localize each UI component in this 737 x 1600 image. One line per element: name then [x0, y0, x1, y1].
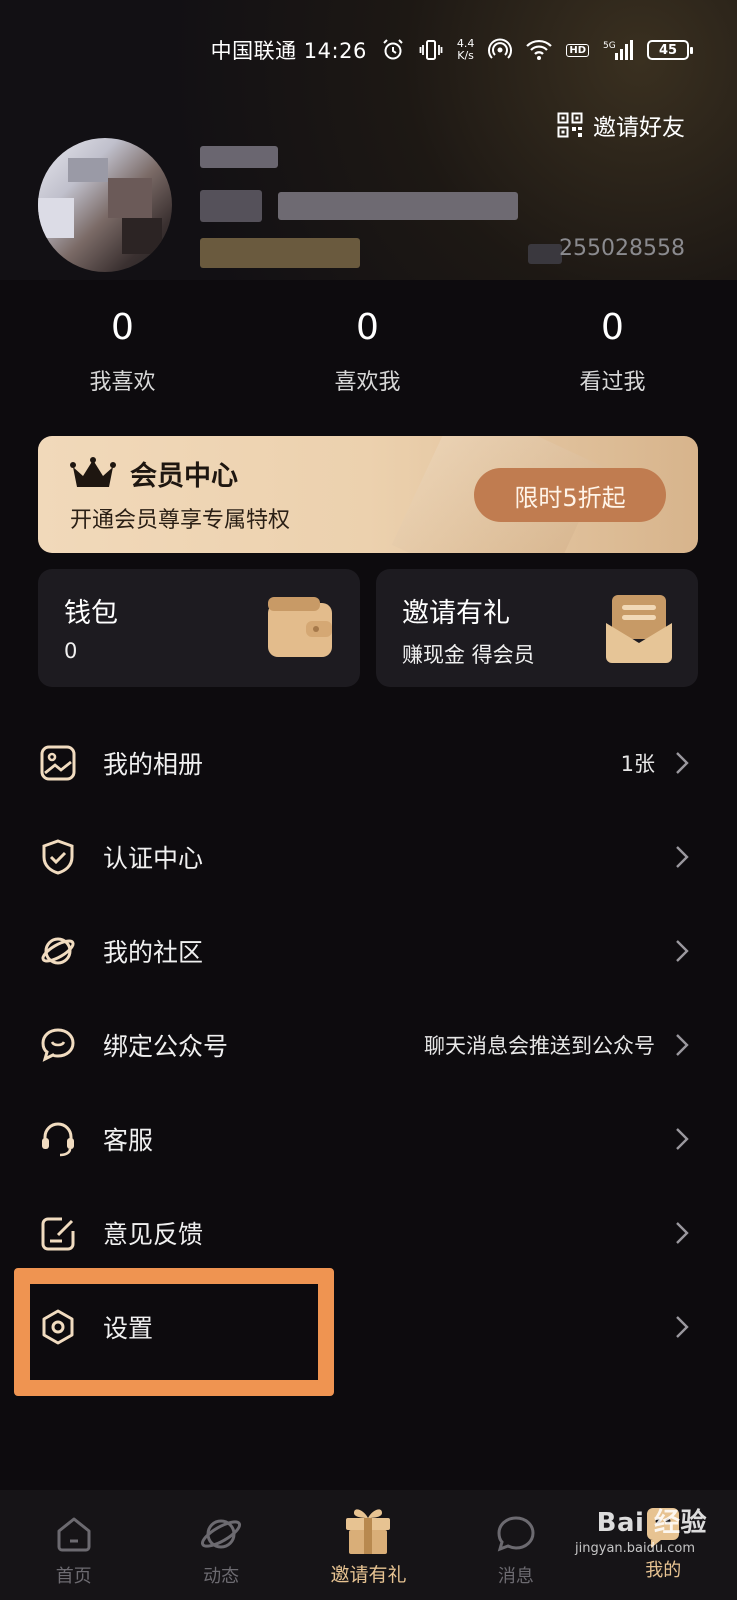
envelope-icon [606, 595, 672, 663]
message-icon [497, 1516, 535, 1552]
avatar[interactable] [38, 138, 172, 272]
info-blurred [200, 190, 262, 222]
nav-messages[interactable]: 消息 [442, 1490, 589, 1600]
invite-friends-button[interactable]: 邀请好友 [557, 108, 685, 142]
vip-discount-button[interactable]: 限时5折起 [474, 468, 666, 522]
menu-label: 我的社区 [103, 938, 204, 967]
menu-item-feedback[interactable]: 意见反馈 [0, 1186, 737, 1280]
bind-hint: 聊天消息会推送到公众号 [424, 1034, 655, 1058]
menu-item-verification[interactable]: 认证中心 [0, 810, 737, 904]
network-speed: 4.4 K/s [457, 38, 475, 62]
chat-bubble-icon [41, 1028, 75, 1062]
invite-gift-subtitle: 赚现金 得会员 [402, 643, 535, 667]
nav-label: 消息 [497, 1566, 534, 1587]
menu-label: 意见反馈 [103, 1220, 204, 1249]
nav-home[interactable]: 首页 [0, 1490, 147, 1600]
menu-item-community[interactable]: 我的社区 [0, 904, 737, 998]
chevron-right-icon [676, 752, 689, 774]
stat-value: 0 [601, 307, 624, 348]
shield-check-icon [42, 839, 74, 875]
stat-label: 喜欢我 [334, 370, 401, 395]
invite-friends-label: 邀请好友 [593, 115, 685, 141]
stat-label: 我喜欢 [89, 370, 156, 395]
menu-item-customer-service[interactable]: 客服 [0, 1092, 737, 1186]
wallet-balance: 0 [64, 639, 78, 663]
planet-icon [201, 1519, 242, 1549]
hotspot-icon [488, 38, 513, 62]
stat-value: 0 [356, 307, 379, 348]
battery-indicator: 45 [647, 40, 693, 60]
menu-label: 客服 [103, 1126, 154, 1155]
chevron-right-icon [676, 940, 689, 962]
vip-center-banner[interactable]: 会员中心 开通会员尊享专属特权 限时5折起 [38, 436, 698, 553]
vip-subtitle: 开通会员尊享专属特权 [70, 508, 291, 533]
network-speed-unit: K/s [457, 49, 474, 62]
chevron-right-icon [676, 1222, 689, 1244]
wifi-icon [526, 38, 553, 62]
alarm-icon [381, 38, 405, 62]
menu-item-album[interactable]: 我的相册 1张 [0, 716, 737, 810]
settings-highlight-box [14, 1268, 334, 1396]
nav-moments[interactable]: 动态 [147, 1490, 294, 1600]
menu-label: 我的相册 [103, 750, 204, 779]
avatar-pixel [68, 158, 108, 182]
wallet-title: 钱包 [64, 598, 118, 629]
menu-item-bind-official-account[interactable]: 绑定公众号 聊天消息会推送到公众号 [0, 998, 737, 1092]
chevron-right-icon [676, 1128, 689, 1150]
nav-label: 我的 [645, 1560, 682, 1581]
planet-icon [41, 937, 75, 965]
headset-icon [42, 1122, 74, 1157]
info-blurred [278, 192, 518, 220]
baidu-watermark-url: jingyan.baidu.com [575, 1541, 695, 1556]
invite-gift-card[interactable]: 邀请有礼 赚现金 得会员 [376, 569, 698, 687]
baidu-watermark: Bai 经验 [596, 1508, 707, 1538]
home-icon [57, 1517, 91, 1552]
stat-value: 0 [111, 307, 134, 348]
status-bar: 中国联通 14:26 4.4 K/s HD 5G 45 [210, 30, 693, 70]
chevron-right-icon [676, 1034, 689, 1056]
avatar-pixel [122, 218, 162, 254]
gift-icon [346, 1509, 391, 1554]
stats-row: 0 我喜欢 0 喜欢我 0 看过我 [0, 306, 737, 396]
tags-blurred [200, 238, 360, 268]
vibrate-icon [419, 38, 443, 62]
vip-title: 会员中心 [130, 461, 238, 492]
stat-i-like[interactable]: 0 我喜欢 [0, 306, 245, 396]
menu-label: 绑定公众号 [103, 1032, 229, 1061]
qr-code-icon [557, 112, 583, 138]
nickname-blurred [200, 146, 278, 168]
avatar-pixel [38, 198, 74, 238]
nav-label: 首页 [55, 1566, 92, 1587]
invite-gift-title: 邀请有礼 [402, 598, 510, 629]
wallet-icon [268, 597, 332, 657]
menu-label: 认证中心 [103, 844, 204, 873]
carrier-time: 中国联通 14:26 [210, 39, 367, 63]
stat-likes-me[interactable]: 0 喜欢我 [245, 306, 490, 396]
nav-label: 邀请有礼 [330, 1564, 407, 1586]
avatar-pixel [108, 178, 152, 218]
vip-title-row: 会员中心 [70, 454, 238, 493]
feedback-icon [41, 1217, 75, 1251]
crown-icon [70, 456, 116, 487]
nav-label: 动态 [203, 1566, 240, 1587]
chevron-right-icon [676, 1316, 689, 1338]
signal-icon: 5G [603, 38, 633, 62]
album-icon [40, 745, 76, 781]
signal-label: 5G [603, 41, 616, 51]
nav-invite-gift[interactable]: 邀请有礼 [295, 1490, 442, 1600]
stat-viewed-me[interactable]: 0 看过我 [490, 306, 735, 396]
profile-header: 中国联通 14:26 4.4 K/s HD 5G 45 邀请好友 2550285… [0, 0, 737, 280]
stat-label: 看过我 [579, 370, 646, 395]
hd-badge: HD [566, 43, 589, 57]
user-id: 255028558 [559, 236, 685, 261]
chevron-right-icon [676, 846, 689, 868]
wallet-card[interactable]: 钱包 0 [38, 569, 360, 687]
id-label-blurred [528, 244, 562, 264]
album-count: 1张 [620, 752, 655, 776]
